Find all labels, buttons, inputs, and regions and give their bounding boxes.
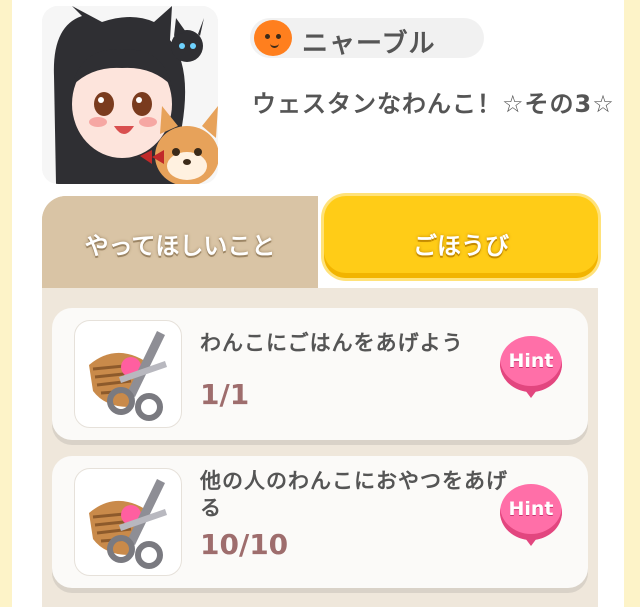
character-avatar bbox=[42, 6, 218, 184]
hint-label: Hint bbox=[508, 498, 554, 520]
avatar-illustration bbox=[42, 6, 218, 184]
task-title: 他の人のわんこにおやつをあげる bbox=[200, 469, 508, 520]
task-card: わんこにごはんをあげよう 1/1 Hint bbox=[52, 308, 588, 440]
task-progress: 1/1 bbox=[200, 378, 250, 411]
character-name: ニャーブル bbox=[302, 29, 436, 59]
hint-label: Hint bbox=[508, 350, 554, 372]
hint-button[interactable]: Hint bbox=[500, 336, 562, 398]
brush-scissors-icon bbox=[74, 320, 182, 428]
task-card: 他の人のわんこにおやつをあげる 10/10 Hint bbox=[52, 456, 588, 588]
tab-requests-label: やってほしいこと bbox=[84, 232, 276, 260]
task-progress: 10/10 bbox=[200, 528, 289, 561]
brush-scissors-icon bbox=[74, 468, 182, 576]
hint-button[interactable]: Hint bbox=[500, 484, 562, 546]
tab-requests[interactable]: やってほしいこと bbox=[42, 196, 318, 288]
character-name-pill: ニャーブル bbox=[250, 18, 484, 59]
tab-rewards[interactable]: ごほうび bbox=[324, 196, 598, 278]
tab-rewards-label: ごほうび bbox=[413, 232, 509, 260]
orange-blob-icon bbox=[254, 20, 292, 56]
task-title: わんこにごはんをあげよう bbox=[200, 331, 464, 355]
quest-title: ウェスタンなわんこ！☆その3☆ bbox=[252, 90, 615, 118]
